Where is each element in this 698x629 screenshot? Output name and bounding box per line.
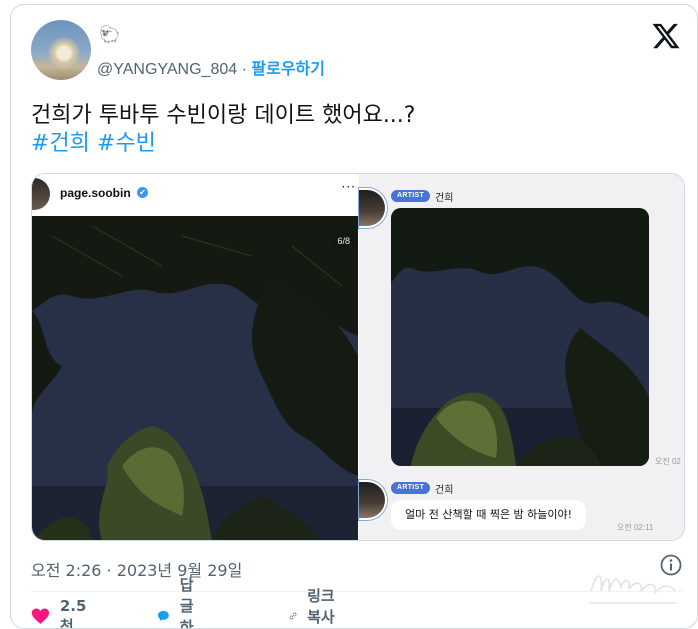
instagram-screenshot: page.soobin ✔ ··· 6/8 xyxy=(32,174,358,540)
more-options-icon: ··· xyxy=(341,180,356,194)
like-button[interactable]: 2.5천 xyxy=(31,597,92,628)
night-sky-photo xyxy=(32,216,358,540)
shared-night-photo xyxy=(391,208,649,466)
artist-avatar xyxy=(359,188,387,228)
artist-badge: ARTIST xyxy=(391,482,431,494)
divider xyxy=(31,591,683,592)
x-logo-icon[interactable] xyxy=(651,21,681,51)
verified-badge-icon: ✔ xyxy=(137,187,148,198)
like-count: 2.5천 xyxy=(59,596,87,629)
hashtag-row: #건희 #수빈 xyxy=(31,129,156,159)
author-handle[interactable]: @YANGYANG_804 xyxy=(97,61,237,78)
copy-link-label: 링크 복사하기 xyxy=(307,586,335,626)
instagram-avatar xyxy=(32,178,50,210)
tweet-media[interactable]: page.soobin ✔ ··· 6/8 ARTIST 건희 오전 02 AR… xyxy=(31,173,685,541)
instagram-header: page.soobin ✔ ··· xyxy=(32,174,358,216)
separator-dot: · xyxy=(237,61,252,78)
copy-link-button[interactable]: 링크 복사하기 xyxy=(289,587,337,628)
reply-button[interactable]: 답글하기 xyxy=(157,576,207,628)
tweet-text: 건희가 투바투 수빈이랑 데이트 했어요...? xyxy=(31,103,416,128)
link-icon xyxy=(289,612,297,620)
photo-counter: 6/8 xyxy=(331,234,356,248)
hashtag-link[interactable]: #수빈 xyxy=(97,131,156,156)
tweet-timestamp[interactable]: 오전 2:26 · 2023년 9월 29일 xyxy=(31,557,242,581)
chat-screenshot: ARTIST 건희 오전 02 ARTIST 건희 얼마 전 산책할 때 찍은 … xyxy=(359,174,684,540)
follow-button[interactable]: 팔로우하기 xyxy=(251,61,325,78)
heart-icon xyxy=(31,608,50,624)
artist-name: 건희 xyxy=(435,193,454,204)
chat-message: 얼마 전 산책할 때 찍은 밤 하늘이야! xyxy=(391,500,587,530)
reply-label: 답글하기 xyxy=(179,576,194,629)
author-avatar[interactable] xyxy=(31,20,91,80)
artist-badge: ARTIST xyxy=(391,190,431,202)
message-time: 오전 02 xyxy=(655,457,681,466)
speech-bubble-icon xyxy=(157,610,169,622)
tweet-card: 🐑 @YANGYANG_804 · 팔로우하기 건희가 투바투 수빈이랑 데이트… xyxy=(10,4,698,629)
instagram-username: page.soobin xyxy=(60,186,131,200)
message-time: 오전 02:11 xyxy=(617,523,654,532)
sheep-emoji-icon: 🐑 xyxy=(99,25,121,45)
artist-avatar xyxy=(359,480,387,520)
watermark-logo xyxy=(589,575,677,604)
author-row: @YANGYANG_804 · 팔로우하기 xyxy=(97,55,325,79)
artist-name: 건희 xyxy=(435,485,454,496)
hashtag-link[interactable]: #건희 xyxy=(31,131,90,156)
